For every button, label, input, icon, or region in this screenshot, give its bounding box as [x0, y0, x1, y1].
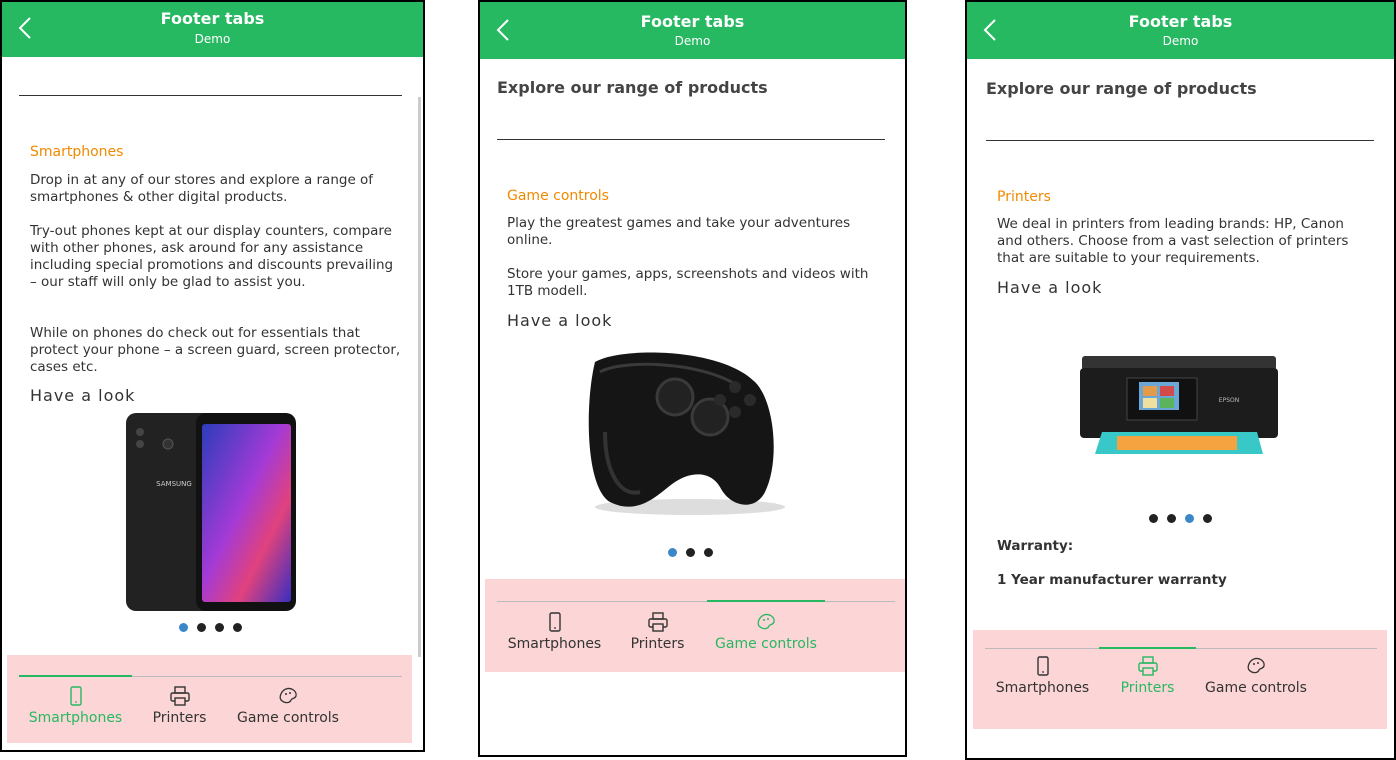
carousel-dots[interactable]: [668, 548, 713, 557]
app-header: Footer tabs Demo: [480, 2, 905, 59]
footer-tabbar: Smartphones Printers Game controls: [973, 630, 1387, 729]
tab-game-controls[interactable]: Game controls: [227, 685, 349, 726]
samsung-phone-image: SAMSUNG: [122, 410, 298, 613]
tab-smartphones[interactable]: Smartphones: [19, 685, 132, 726]
section-title: Explore our range of products: [497, 78, 768, 97]
tab-game-controls[interactable]: Game controls: [707, 611, 825, 652]
smartphone-icon: [69, 686, 82, 706]
tab-label: Smartphones: [507, 636, 602, 652]
brand-logo-text: SAMSUNG: [156, 480, 192, 488]
smartphone-icon: [1036, 656, 1049, 676]
category-title: Game controls: [507, 188, 609, 204]
active-tab-indicator: [707, 600, 825, 602]
section-divider: [19, 95, 402, 96]
paragraph: Try-out phones kept at our display count…: [30, 223, 394, 290]
carousel-dot[interactable]: [1185, 514, 1194, 523]
have-a-look-heading: Have a look: [507, 311, 613, 330]
paragraph: Play the greatest games and take your ad…: [507, 215, 851, 248]
tab-label: Game controls: [237, 710, 339, 726]
paragraph: Drop in at any of our stores and explore…: [30, 172, 374, 205]
smartphone-icon: [548, 612, 561, 632]
tab-printers[interactable]: Printers: [620, 611, 695, 652]
paragraph: We deal in printers from leading brands:…: [997, 216, 1349, 266]
header-title: Footer tabs: [1128, 12, 1233, 31]
gamepad-icon: [279, 687, 297, 704]
tab-label: Printers: [1120, 680, 1175, 696]
carousel-dot[interactable]: [215, 623, 224, 632]
have-a-look-heading: Have a look: [997, 278, 1103, 297]
header-subtitle: Demo: [1162, 34, 1199, 48]
section-title: Explore our range of products: [986, 79, 1257, 98]
tab-printers[interactable]: Printers: [142, 685, 217, 726]
paragraph: While on phones do check out for essenti…: [30, 325, 401, 375]
game-controller-image: [580, 342, 790, 522]
tab-label: Smartphones: [995, 680, 1090, 696]
tab-label: Game controls: [715, 636, 817, 652]
tab-label: Printers: [630, 636, 685, 652]
gamepad-icon: [757, 613, 775, 630]
warranty-value: 1 Year manufacturer warranty: [997, 572, 1227, 588]
header-subtitle: Demo: [674, 34, 711, 48]
printer-icon: [647, 612, 668, 632]
carousel-dot[interactable]: [686, 548, 695, 557]
tab-label: Printers: [152, 710, 207, 726]
section-divider: [497, 139, 885, 140]
carousel-dot[interactable]: [1149, 514, 1158, 523]
printer-icon: [1137, 656, 1158, 676]
tab-game-controls[interactable]: Game controls: [1195, 655, 1317, 696]
category-title: Smartphones: [30, 144, 124, 160]
warranty-label: Warranty:: [997, 538, 1074, 554]
tab-smartphones[interactable]: Smartphones: [985, 655, 1100, 696]
screen-printers: Footer tabs Demo Explore our range of pr…: [965, 0, 1396, 760]
footer-tabbar: Smartphones Printers Game controls: [7, 655, 412, 743]
active-tab-indicator: [1099, 647, 1196, 649]
carousel-dot[interactable]: [704, 548, 713, 557]
footer-tabbar: Smartphones Printers Game controls: [485, 579, 905, 672]
carousel-dots[interactable]: [179, 623, 242, 632]
carousel-dot[interactable]: [179, 623, 188, 632]
carousel-dot[interactable]: [1167, 514, 1176, 523]
app-header: Footer tabs Demo: [2, 2, 423, 57]
section-divider: [986, 140, 1374, 141]
paragraph: Store your games, apps, screenshots and …: [507, 266, 869, 299]
carousel-dot[interactable]: [1203, 514, 1212, 523]
carousel-dot[interactable]: [668, 548, 677, 557]
carousel-dots[interactable]: [1149, 514, 1212, 523]
header-title: Footer tabs: [640, 12, 745, 31]
gamepad-icon: [1247, 657, 1265, 674]
tab-smartphones[interactable]: Smartphones: [497, 611, 612, 652]
screen-smartphones: Footer tabs Demo Smartphones Drop in at …: [0, 0, 425, 752]
tab-label: Game controls: [1205, 680, 1307, 696]
screen-game-controls: Footer tabs Demo Explore our range of pr…: [478, 0, 907, 757]
carousel-dot[interactable]: [197, 623, 206, 632]
tab-printers[interactable]: Printers: [1109, 655, 1186, 696]
scrollbar[interactable]: [418, 97, 421, 657]
header-subtitle: Demo: [194, 32, 231, 46]
tab-label: Smartphones: [28, 710, 123, 726]
active-tab-indicator: [19, 675, 132, 677]
header-title: Footer tabs: [160, 9, 265, 28]
app-header: Footer tabs Demo: [967, 2, 1394, 59]
category-title: Printers: [997, 189, 1051, 205]
printer-icon: [169, 686, 190, 706]
brand-logo-text: EPSON: [1219, 397, 1239, 404]
carousel-dot[interactable]: [233, 623, 242, 632]
printer-image: EPSON: [1077, 350, 1281, 456]
have-a-look-heading: Have a look: [30, 386, 136, 405]
